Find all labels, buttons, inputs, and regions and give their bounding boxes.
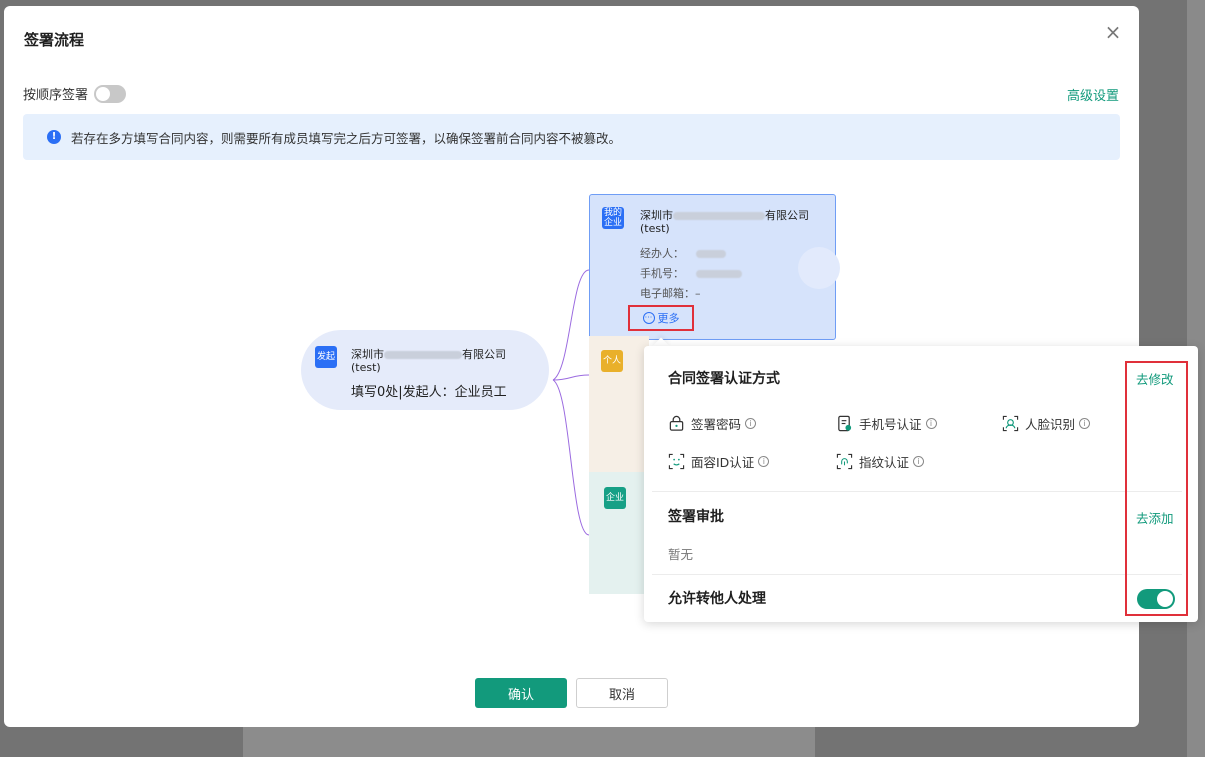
dialog-title: 签署流程 [24, 31, 85, 49]
connector-mid [552, 374, 590, 381]
company-tag: 企业 [604, 487, 626, 509]
person-tag: 个人 [601, 350, 623, 372]
toggle-knob [1157, 591, 1173, 607]
auth-method-face-id: 面容ID认证 i [668, 452, 770, 471]
company-card[interactable]: 企业 [589, 472, 649, 594]
more-button[interactable]: ··· 更多 [628, 305, 694, 331]
info-icon[interactable]: i [913, 456, 925, 467]
fingerprint-icon [836, 453, 853, 470]
notice-text: 若存在多方填写合同内容，则需要所有成员填写完之后方可签署，以确保签署前合同内容不… [71, 130, 622, 146]
transfer-section-title: 允许转他人处理 [668, 591, 766, 607]
connector-top [552, 269, 590, 381]
highlighted-actions-box [1125, 361, 1188, 616]
face-icon [1002, 415, 1019, 432]
order-sign-label: 按顺序签署 [23, 88, 89, 103]
email-row: 电子邮箱：– [640, 287, 701, 300]
auth-method-phone: 手机号认证 i [836, 414, 937, 433]
toggle-knob [96, 86, 111, 101]
initiator-detail: 填写0处|发起人：企业员工 [351, 385, 507, 400]
my-company-card[interactable]: 我的 企业 深圳市 有限公司 (test) 经办人： 手机号： 电子邮箱：– ···… [589, 194, 840, 340]
more-settings-popover: 合同签署认证方式 签署密码 i 手机号认证 i 人脸识别 i 面容ID认证 i 指纹认证… [644, 346, 1198, 622]
connector-bottom [552, 379, 590, 536]
cancel-button[interactable]: 取消 [576, 678, 668, 708]
face-id-icon [668, 453, 685, 470]
decorative-circle [798, 247, 840, 289]
redacted-handler [695, 250, 726, 258]
my-company-name: 深圳市 有限公司 [640, 209, 809, 222]
initiator-name-sub: (test) [351, 361, 381, 374]
close-icon[interactable]: × [1102, 22, 1124, 44]
redacted-name [384, 351, 462, 359]
initiator-node[interactable]: 发起 深圳市 有限公司 (test) 填写0处|发起人：企业员工 [301, 330, 549, 410]
edit-auth-link[interactable]: 去修改 [1136, 369, 1174, 388]
phone-row: 手机号： [640, 265, 742, 281]
info-icon[interactable]: i [758, 456, 770, 467]
section-divider [652, 574, 1182, 575]
more-dots-icon: ··· [642, 312, 655, 324]
notice-banner: ! 若存在多方填写合同内容，则需要所有成员填写完之后方可签署，以确保签署前合同内… [23, 114, 1120, 160]
info-icon[interactable]: i [1079, 418, 1091, 429]
section-divider [652, 491, 1182, 492]
auth-method-fingerprint: 指纹认证 i [836, 452, 925, 471]
approval-section-title: 签署审批 [668, 509, 724, 525]
info-icon[interactable]: i [745, 418, 757, 429]
approval-empty-text: 暂无 [668, 547, 694, 562]
order-sign-toggle[interactable] [94, 84, 127, 103]
phone-check-icon [838, 415, 852, 432]
initiator-name: 深圳市 有限公司 [351, 348, 506, 361]
auth-method-face: 人脸识别 i [1002, 414, 1091, 433]
person-card[interactable]: 个人 [589, 336, 649, 472]
my-company-tag: 我的 企业 [602, 207, 624, 229]
confirm-button[interactable]: 确认 [475, 678, 567, 708]
add-approval-link[interactable]: 去添加 [1136, 508, 1174, 527]
more-label: 更多 [657, 312, 680, 325]
my-company-name-sub: (test) [640, 222, 670, 235]
background-panel [243, 727, 815, 757]
handler-row: 经办人： [640, 245, 726, 261]
info-icon[interactable]: i [925, 418, 937, 429]
info-icon: ! [47, 130, 61, 144]
lock-icon [669, 415, 684, 431]
advanced-settings-link[interactable]: 高级设置 [1067, 85, 1119, 104]
auth-method-password: 签署密码 i [668, 414, 757, 433]
initiator-tag: 发起 [315, 346, 337, 368]
redacted-name [673, 212, 765, 220]
redacted-phone [695, 270, 742, 278]
auth-section-title: 合同签署认证方式 [668, 371, 780, 387]
order-sign-row: 按顺序签署 [23, 84, 127, 103]
allow-transfer-toggle[interactable] [1137, 589, 1175, 609]
